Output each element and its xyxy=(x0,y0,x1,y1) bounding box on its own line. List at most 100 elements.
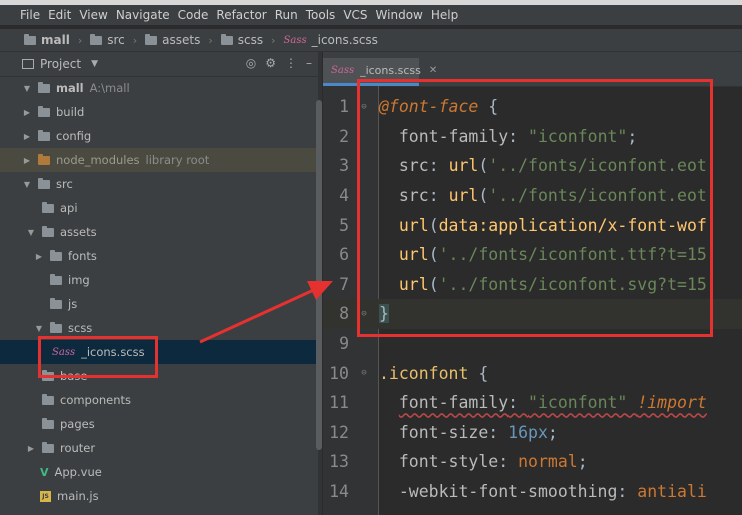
code-line: 7 url('../fonts/iconfont.svg?t=15 xyxy=(323,270,742,300)
project-view-selector[interactable]: Project ▼ xyxy=(0,57,98,71)
chevron-right-icon: › xyxy=(271,33,276,47)
tree-item-label: mall xyxy=(56,81,84,95)
code-line: 11 font-family: "iconfont" !import xyxy=(323,388,742,418)
menu-window[interactable]: Window xyxy=(372,8,427,22)
code-line-current: 8 ⊖ } xyxy=(323,299,742,329)
menu-edit[interactable]: Edit xyxy=(44,8,75,22)
folder-icon xyxy=(38,81,50,93)
code-line: 5 url(data:application/x-font-wof xyxy=(323,210,742,240)
menu-tools[interactable]: Tools xyxy=(302,8,340,22)
line-number: 10 xyxy=(329,363,349,383)
minimize-icon[interactable]: – xyxy=(306,56,312,70)
fold-icon[interactable]: ⊖ xyxy=(349,102,379,112)
folder-icon xyxy=(38,129,50,141)
code-content: src: url('../fonts/iconfont.eot xyxy=(398,156,707,176)
menu-run[interactable]: Run xyxy=(271,8,302,22)
tree-item-router[interactable]: ▶ router xyxy=(0,436,318,460)
tree-item-label: js xyxy=(68,297,78,311)
menu-help[interactable]: Help xyxy=(427,8,462,22)
chevron-down-icon: ▼ xyxy=(23,179,31,189)
code-content: font-family: "iconfont"; xyxy=(398,126,638,146)
breadcrumb: mall › src › assets › scss › Sass _icons… xyxy=(0,29,742,52)
chevron-right-icon: › xyxy=(132,33,138,47)
breadcrumb-src[interactable]: src › xyxy=(82,33,137,47)
tree-item-label: _icons.scss xyxy=(81,345,145,359)
breadcrumb-label: src xyxy=(107,33,125,47)
fold-icon[interactable]: ⊖ xyxy=(349,309,379,319)
folder-icon xyxy=(220,33,233,45)
tree-item-base[interactable]: base xyxy=(0,364,318,388)
tree-item-scss[interactable]: ▼ scss xyxy=(0,316,318,340)
tree-item-main-js[interactable]: JS main.js xyxy=(0,484,318,508)
tree-item-path: A:\mall xyxy=(89,81,130,95)
tree-item-app-vue[interactable]: V App.vue xyxy=(0,460,318,484)
menu-vcs[interactable]: VCS xyxy=(339,8,371,22)
tree-item-node-modules[interactable]: ▶ node_modules library root xyxy=(0,148,318,172)
breadcrumb-icons-scss[interactable]: Sass _icons.scss xyxy=(276,33,378,47)
line-number: 5 xyxy=(339,215,349,235)
tree-item-icons-scss[interactable]: Sass _icons.scss xyxy=(0,340,318,364)
code-content: url('../fonts/iconfont.ttf?t=15 xyxy=(398,245,707,265)
breadcrumb-assets[interactable]: assets › xyxy=(137,33,213,47)
code-content: font-style: normal; xyxy=(398,452,588,472)
tree-item-pages[interactable]: pages xyxy=(0,412,318,436)
code-line: 3 src: url('../fonts/iconfont.eot xyxy=(323,151,742,181)
tree-item-components[interactable]: components xyxy=(0,388,318,412)
menu-code[interactable]: Code xyxy=(174,8,213,22)
chevron-down-icon: ▼ xyxy=(35,323,43,333)
folder-icon xyxy=(42,201,54,213)
tree-item-fonts[interactable]: ▶ fonts xyxy=(0,244,318,268)
project-panel-header: Project ▼ ◎ ⚙ ⋮ – xyxy=(0,52,322,77)
breadcrumb-mall[interactable]: mall › xyxy=(0,33,82,47)
fold-icon[interactable]: ⊖ xyxy=(349,368,379,378)
code-line: 6 url('../fonts/iconfont.ttf?t=15 xyxy=(323,240,742,270)
tree-item-mall[interactable]: ▼ mall A:\mall xyxy=(0,76,318,100)
code-content: font-size: 16px; xyxy=(398,422,558,442)
tab-icons-scss[interactable]: Sass _icons.scss ✕ xyxy=(323,58,437,86)
code-line: 13 font-style: normal; xyxy=(323,447,742,477)
menu-view[interactable]: View xyxy=(75,8,111,22)
folder-icon xyxy=(145,33,158,45)
tab-label: _icons.scss xyxy=(360,64,421,77)
menu-navigate[interactable]: Navigate xyxy=(112,8,174,22)
breadcrumb-scss[interactable]: scss › xyxy=(213,33,276,47)
project-panel-scrollbar[interactable] xyxy=(316,100,322,450)
code-content: src: url('../fonts/iconfont.eot xyxy=(398,186,707,206)
tree-item-src[interactable]: ▼ src xyxy=(0,172,318,196)
code-line: 14 -webkit-font-smoothing: antiali xyxy=(323,477,742,507)
tree-item-build[interactable]: ▶ build xyxy=(0,100,318,124)
sass-file-icon: Sass xyxy=(283,34,307,46)
tree-item-js[interactable]: js xyxy=(0,292,318,316)
tree-item-assets[interactable]: ▼ assets xyxy=(0,220,318,244)
breadcrumb-label: _icons.scss xyxy=(311,33,378,47)
code-content: font-family: "iconfont" !import xyxy=(398,393,707,413)
menu-refactor[interactable]: Refactor xyxy=(212,8,270,22)
line-number: 7 xyxy=(339,274,349,294)
tree-item-label: config xyxy=(56,129,92,143)
code-content: } xyxy=(379,304,389,324)
tree-item-api[interactable]: api xyxy=(0,196,318,220)
chevron-right-icon: ▶ xyxy=(35,251,43,261)
code-editor: Sass _icons.scss ✕ 1 ⊖ @font-face { 2 fo… xyxy=(323,52,742,515)
folder-icon xyxy=(50,321,62,333)
tree-item-label: App.vue xyxy=(54,465,102,479)
locate-file-icon[interactable]: ◎ xyxy=(246,56,256,70)
line-number: 6 xyxy=(339,245,349,265)
folder-icon xyxy=(42,225,54,237)
folder-icon xyxy=(42,393,54,405)
code-area[interactable]: 1 ⊖ @font-face { 2 font-family: "iconfon… xyxy=(323,86,742,515)
project-panel: Project ▼ ◎ ⚙ ⋮ – ▼ mall A:\mall ▶ build… xyxy=(0,52,322,515)
collapse-all-icon[interactable]: ⚙ xyxy=(265,56,276,70)
chevron-down-icon: ▼ xyxy=(27,227,35,237)
more-options-icon[interactable]: ⋮ xyxy=(285,56,297,70)
close-icon[interactable]: ✕ xyxy=(429,65,437,76)
chevron-right-icon: ▶ xyxy=(23,107,31,117)
code-content: url(data:application/x-font-wof xyxy=(398,215,707,235)
code-line: 9 xyxy=(323,329,742,359)
code-line: 1 ⊖ @font-face { xyxy=(323,92,742,122)
tree-item-img[interactable]: img xyxy=(0,268,318,292)
tree-item-label: build xyxy=(56,105,85,119)
tree-item-config[interactable]: ▶ config xyxy=(0,124,318,148)
menu-file[interactable]: File xyxy=(0,8,44,22)
tree-item-label: img xyxy=(68,273,90,287)
